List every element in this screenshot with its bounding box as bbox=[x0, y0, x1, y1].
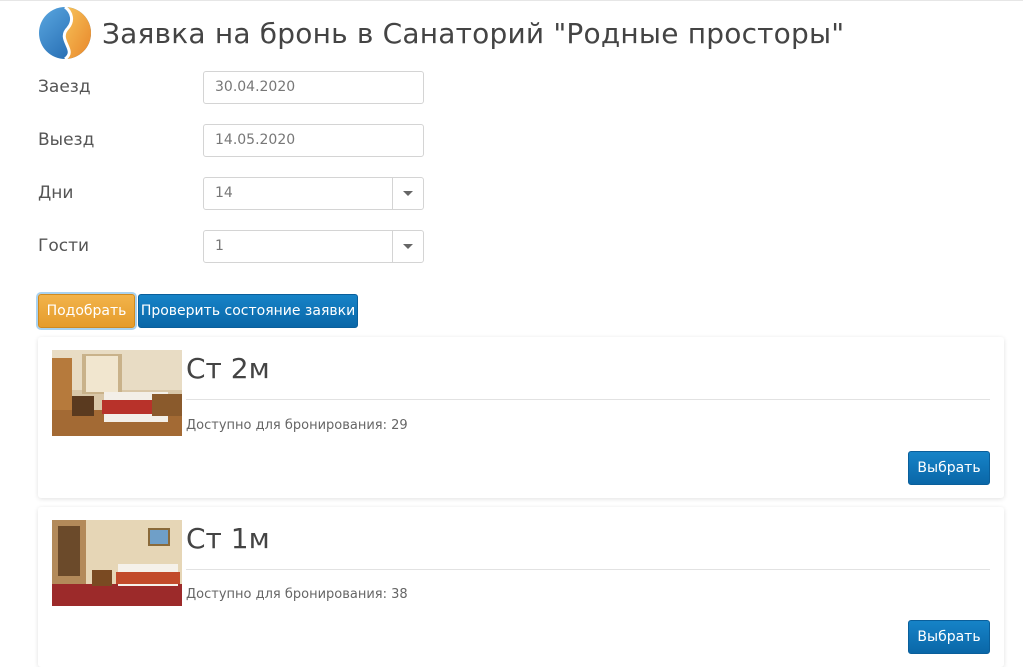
checkout-date-input[interactable]: 14.05.2020 bbox=[203, 123, 424, 157]
days-row: Дни 14 bbox=[38, 175, 428, 211]
days-label: Дни bbox=[38, 183, 74, 203]
select-room-button[interactable]: Выбрать bbox=[908, 620, 990, 654]
chevron-down-icon bbox=[403, 243, 413, 249]
room-divider bbox=[186, 569, 990, 570]
search-button[interactable]: Подобрать bbox=[38, 294, 135, 328]
guests-label: Гости bbox=[38, 236, 90, 256]
days-select-toggle[interactable] bbox=[392, 177, 423, 209]
days-select-value: 14 bbox=[215, 185, 233, 201]
guests-select[interactable]: 1 bbox=[203, 229, 424, 263]
guests-row: Гости 1 bbox=[38, 228, 428, 264]
page-title: Заявка на бронь в Санаторий "Родные прос… bbox=[102, 16, 845, 50]
room-availability: Доступно для бронирования: 29 bbox=[186, 418, 408, 433]
check-status-button[interactable]: Проверить состояние заявки bbox=[138, 294, 358, 328]
room-availability: Доступно для бронирования: 38 bbox=[186, 587, 408, 602]
checkin-row: Заезд 30.04.2020 bbox=[38, 69, 428, 105]
top-border bbox=[0, 0, 1023, 1]
room-photo bbox=[52, 350, 182, 436]
checkin-date-input[interactable]: 30.04.2020 bbox=[203, 70, 424, 104]
sanatorium-logo-icon bbox=[39, 6, 91, 60]
page-header: Заявка на бронь в Санаторий "Родные прос… bbox=[38, 5, 844, 61]
guests-select-toggle[interactable] bbox=[392, 230, 423, 262]
room-card: Ст 2м Доступно для бронирования: 29 Выбр… bbox=[38, 337, 1004, 498]
room-photo-image bbox=[52, 350, 182, 436]
chevron-down-icon bbox=[403, 190, 413, 196]
checkout-date-value: 14.05.2020 bbox=[215, 132, 296, 148]
room-photo bbox=[52, 520, 182, 606]
room-card: Ст 1м Доступно для бронирования: 38 Выбр… bbox=[38, 507, 1004, 667]
checkout-label: Выезд bbox=[38, 130, 95, 150]
checkout-row: Выезд 14.05.2020 bbox=[38, 122, 428, 158]
room-divider bbox=[186, 399, 990, 400]
select-room-button[interactable]: Выбрать bbox=[908, 451, 990, 485]
checkin-date-value: 30.04.2020 bbox=[215, 79, 296, 95]
checkin-label: Заезд bbox=[38, 77, 91, 97]
room-photo-image bbox=[52, 520, 182, 606]
room-title: Ст 1м bbox=[186, 522, 270, 555]
guests-select-value: 1 bbox=[215, 238, 224, 254]
room-title: Ст 2м bbox=[186, 352, 270, 385]
days-select[interactable]: 14 bbox=[203, 176, 424, 210]
